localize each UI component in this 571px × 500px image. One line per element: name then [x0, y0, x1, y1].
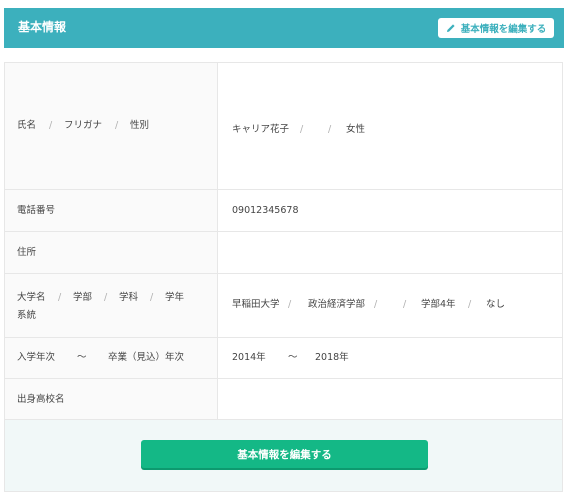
pencil-icon [446, 24, 455, 32]
separator: / [300, 124, 304, 135]
row-label-cell: 氏名 / フリガナ / 性別 [5, 63, 218, 189]
table-row-years: 入学年次 〜 卒業（見込）年次 2014年 〜 2018年 [5, 338, 562, 379]
separator: / [468, 299, 472, 310]
label-name: 氏名 [17, 120, 37, 131]
separator: / [328, 124, 332, 135]
label-grade: 学年 [165, 292, 185, 303]
row-value-cell: 09012345678 [218, 190, 562, 231]
separator: / [58, 292, 62, 303]
label-field: 系統 [17, 310, 37, 321]
row-value-cell [218, 379, 562, 419]
row-label-cell: 住所 [5, 232, 218, 273]
separator: / [150, 292, 154, 303]
separator: / [403, 299, 407, 310]
value-faculty: 政治経済学部 [308, 299, 366, 310]
table-row-name: 氏名 / フリガナ / 性別 キャリア花子 / / 女性 [5, 63, 562, 190]
section-title: 基本情報 [18, 20, 67, 34]
value-gender: 女性 [346, 124, 366, 135]
label-faculty: 学部 [73, 292, 93, 303]
tilde: 〜 [288, 352, 298, 363]
separator: / [115, 120, 119, 131]
label-university: 大学名 [17, 292, 46, 303]
separator: / [288, 299, 292, 310]
table-row-highschool: 出身高校名 [5, 379, 562, 420]
label-graduation-year: 卒業（見込）年次 [108, 352, 185, 363]
header-edit-label: 基本情報を編集する [460, 24, 547, 35]
row-label-cell: 電話番号 [5, 190, 218, 231]
row-value-cell: 早稲田大学 / 政治経済学部 / / 学部4年 / なし [218, 274, 562, 337]
edit-basic-info-button[interactable]: 基本情報を編集する [141, 440, 428, 468]
label-highschool: 出身高校名 [17, 394, 65, 405]
table-row-university: 大学名 / 学部 / 学科 / 学年 系統 早稲田大学 / 政治経済学部 / /… [5, 274, 562, 338]
value-entrance-year: 2014年 [232, 352, 266, 363]
label-department: 学科 [119, 292, 139, 303]
label-entrance-year: 入学年次 [17, 352, 56, 363]
row-label-cell: 大学名 / 学部 / 学科 / 学年 系統 [5, 274, 218, 337]
label-furigana: フリガナ [64, 120, 103, 131]
table-row-address: 住所 [5, 232, 562, 274]
value-grade: 学部4年 [421, 299, 456, 310]
label-gender: 性別 [130, 120, 150, 131]
value-graduation-year: 2018年 [315, 352, 349, 363]
row-value-cell: キャリア花子 / / 女性 [218, 63, 562, 189]
label-phone: 電話番号 [17, 205, 56, 216]
info-table: 氏名 / フリガナ / 性別 キャリア花子 / / 女性 電話番号 090123… [4, 62, 563, 492]
label-address: 住所 [17, 247, 37, 258]
header-edit-button[interactable]: 基本情報を編集する [438, 18, 554, 38]
separator: / [104, 292, 108, 303]
separator: / [374, 299, 378, 310]
table-row-phone: 電話番号 09012345678 [5, 190, 562, 232]
row-value-cell: 2014年 〜 2018年 [218, 338, 562, 378]
value-phone: 09012345678 [232, 205, 299, 216]
row-label-cell: 入学年次 〜 卒業（見込）年次 [5, 338, 218, 378]
separator: / [49, 120, 53, 131]
row-value-cell [218, 232, 562, 273]
value-name: キャリア花子 [232, 124, 290, 135]
section-header: 基本情報 基本情報を編集する [4, 8, 564, 48]
tilde: 〜 [77, 352, 87, 363]
value-university: 早稲田大学 [232, 299, 280, 310]
value-field: なし [486, 299, 506, 310]
row-label-cell: 出身高校名 [5, 379, 218, 419]
card-footer: 基本情報を編集する [5, 420, 562, 491]
